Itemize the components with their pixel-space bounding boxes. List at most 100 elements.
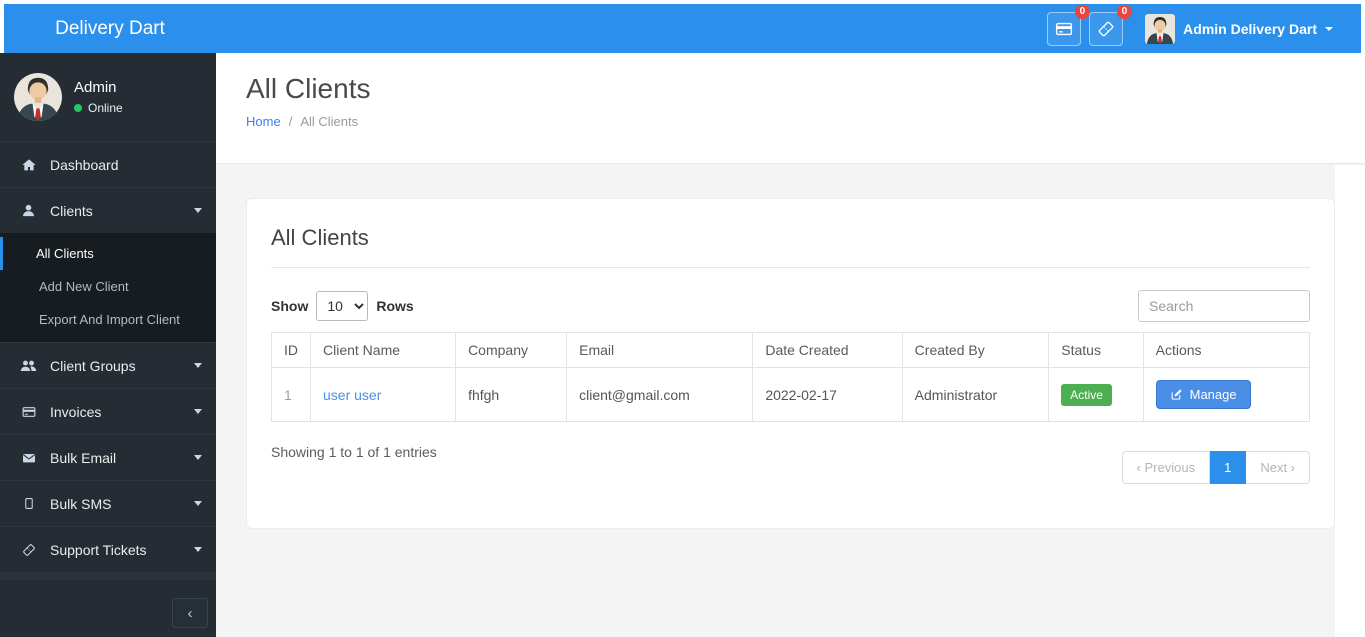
rows-label: Rows: [376, 298, 414, 314]
entries-summary: Showing 1 to 1 of 1 entries: [271, 444, 437, 460]
column-header-date-created: Date Created: [752, 332, 903, 368]
sidebar-item-invoices[interactable]: Invoices: [0, 388, 216, 434]
caret-down-icon: [194, 501, 202, 506]
show-label: Show: [271, 298, 309, 314]
sidebar-filler: [0, 580, 216, 589]
brand-logo[interactable]: Delivery Dart: [4, 4, 216, 53]
pagination-next-button[interactable]: Next ›: [1246, 451, 1310, 484]
sidebar-footer: ‹: [0, 589, 216, 637]
ticket-icon: [20, 542, 37, 558]
sidebar-user-panel: Admin Online: [0, 53, 216, 141]
sidebar-item-label: Bulk SMS: [50, 495, 112, 512]
main-content: All Clients Home / All Clients All Clien…: [216, 53, 1365, 637]
sidebar-item-bulk-email[interactable]: Bulk Email: [0, 434, 216, 480]
sidebar-collapse-button[interactable]: ‹: [172, 598, 208, 628]
sidebar-item-label: Support Tickets: [50, 541, 147, 558]
credit-card-icon: [20, 404, 37, 420]
user-menu-label: Admin Delivery Dart: [1183, 20, 1317, 37]
envelope-icon: [20, 450, 37, 466]
column-header-email: Email: [566, 332, 754, 368]
breadcrumb: Home / All Clients: [246, 114, 1335, 129]
navbar-right: 0 0 Admin Delivery Dart: [216, 4, 1361, 53]
breadcrumb-current: All Clients: [300, 114, 359, 129]
table-row: 1 user user fhfgh client@gmail.com 2022-…: [271, 367, 1311, 422]
card-title: All Clients: [271, 225, 369, 250]
user-status-label: Online: [88, 101, 123, 115]
cell-email: client@gmail.com: [566, 367, 754, 422]
content-body: All Clients Show 10 Rows Search ID Clien…: [216, 164, 1365, 529]
caret-down-icon: [194, 547, 202, 552]
sidebar-divider: [0, 572, 216, 580]
user-icon: [20, 203, 37, 218]
online-status-dot: [74, 104, 82, 112]
column-header-status: Status: [1048, 332, 1144, 368]
cell-client-name: user user: [309, 367, 457, 422]
right-gutter: [1335, 165, 1365, 637]
notification-badge: 0: [1074, 4, 1091, 19]
clients-submenu: All Clients Add New Client Export And Im…: [0, 233, 216, 342]
sidebar-item-label: Client Groups: [50, 357, 136, 374]
user-status: Online: [74, 101, 123, 115]
avatar: [14, 73, 62, 121]
search-input[interactable]: [1138, 290, 1310, 322]
client-name-link[interactable]: user user: [323, 387, 381, 403]
card-divider: [271, 267, 1310, 268]
table-controls: Show 10 Rows: [271, 290, 1310, 322]
sidebar-menu: Dashboard Clients All Clients Add New Cl…: [0, 141, 216, 572]
sidebar-subitem-all-clients[interactable]: All Clients: [0, 237, 216, 270]
edit-icon: [1170, 388, 1183, 401]
manage-button[interactable]: Manage: [1155, 380, 1251, 409]
avatar: [1145, 14, 1175, 44]
manage-button-label: Manage: [1189, 387, 1237, 402]
invoices-notification-button[interactable]: 0: [1047, 4, 1091, 46]
breadcrumb-separator: /: [288, 114, 293, 129]
top-navbar: Delivery Dart 0 0 Admin Delivery Dart: [4, 4, 1361, 53]
pagination-previous-button[interactable]: ‹ Previous: [1121, 451, 1211, 484]
column-header-client-name: Client Name: [309, 332, 457, 368]
sidebar-item-label: Dashboard: [50, 156, 119, 173]
sidebar-subitem-add-new-client[interactable]: Add New Client: [0, 270, 216, 303]
pagination: ‹ Previous 1 Next ›: [1121, 451, 1310, 484]
page-title: All Clients: [246, 73, 371, 104]
card-footer: Showing 1 to 1 of 1 entries ‹ Previous 1…: [271, 444, 1310, 484]
mobile-icon: [20, 496, 37, 511]
home-icon: [20, 157, 37, 173]
column-header-id: ID: [271, 332, 311, 368]
ticket-icon: [1096, 19, 1116, 39]
sidebar: Admin Online Dashboard Clients All Clien…: [0, 53, 216, 637]
sidebar-item-bulk-sms[interactable]: Bulk SMS: [0, 480, 216, 526]
table-header-row: ID Client Name Company Email Date Create…: [271, 332, 1311, 368]
caret-down-icon: [194, 208, 202, 213]
column-header-actions: Actions: [1142, 332, 1311, 368]
pagination-page-1-button[interactable]: 1: [1210, 451, 1247, 484]
clients-table: ID Client Name Company Email Date Create…: [271, 332, 1311, 422]
sidebar-item-support-tickets[interactable]: Support Tickets: [0, 526, 216, 572]
column-header-company: Company: [455, 332, 568, 368]
users-icon: [20, 358, 37, 373]
column-header-created-by: Created By: [901, 332, 1050, 368]
sidebar-item-clients[interactable]: Clients: [0, 187, 216, 233]
sidebar-subitem-export-import-client[interactable]: Export And Import Client: [0, 303, 216, 336]
cell-actions: Manage: [1142, 367, 1311, 422]
breadcrumb-home-link[interactable]: Home: [246, 114, 281, 129]
notification-badge: 0: [1116, 4, 1133, 19]
page-size-group: Show 10 Rows: [271, 291, 414, 321]
sidebar-item-client-groups[interactable]: Client Groups: [0, 342, 216, 388]
caret-down-icon: [1325, 26, 1333, 31]
caret-down-icon: [194, 455, 202, 460]
tickets-notification-button[interactable]: 0: [1089, 4, 1133, 46]
user-menu[interactable]: Admin Delivery Dart: [1145, 14, 1333, 44]
page-size-select[interactable]: 10: [316, 291, 369, 321]
sidebar-item-label: Bulk Email: [50, 449, 117, 466]
sidebar-item-label: Clients: [50, 202, 93, 219]
cell-status: Active: [1048, 367, 1144, 422]
status-badge: Active: [1061, 383, 1112, 406]
cell-date-created: 2022-02-17: [752, 367, 903, 422]
credit-card-icon: [1054, 19, 1074, 39]
cell-created-by: Administrator: [901, 367, 1050, 422]
sidebar-item-dashboard[interactable]: Dashboard: [0, 141, 216, 187]
cell-company: fhfgh: [455, 367, 568, 422]
caret-down-icon: [194, 363, 202, 368]
content-header: All Clients Home / All Clients: [216, 53, 1365, 164]
clients-card: All Clients Show 10 Rows Search ID Clien…: [246, 198, 1335, 529]
